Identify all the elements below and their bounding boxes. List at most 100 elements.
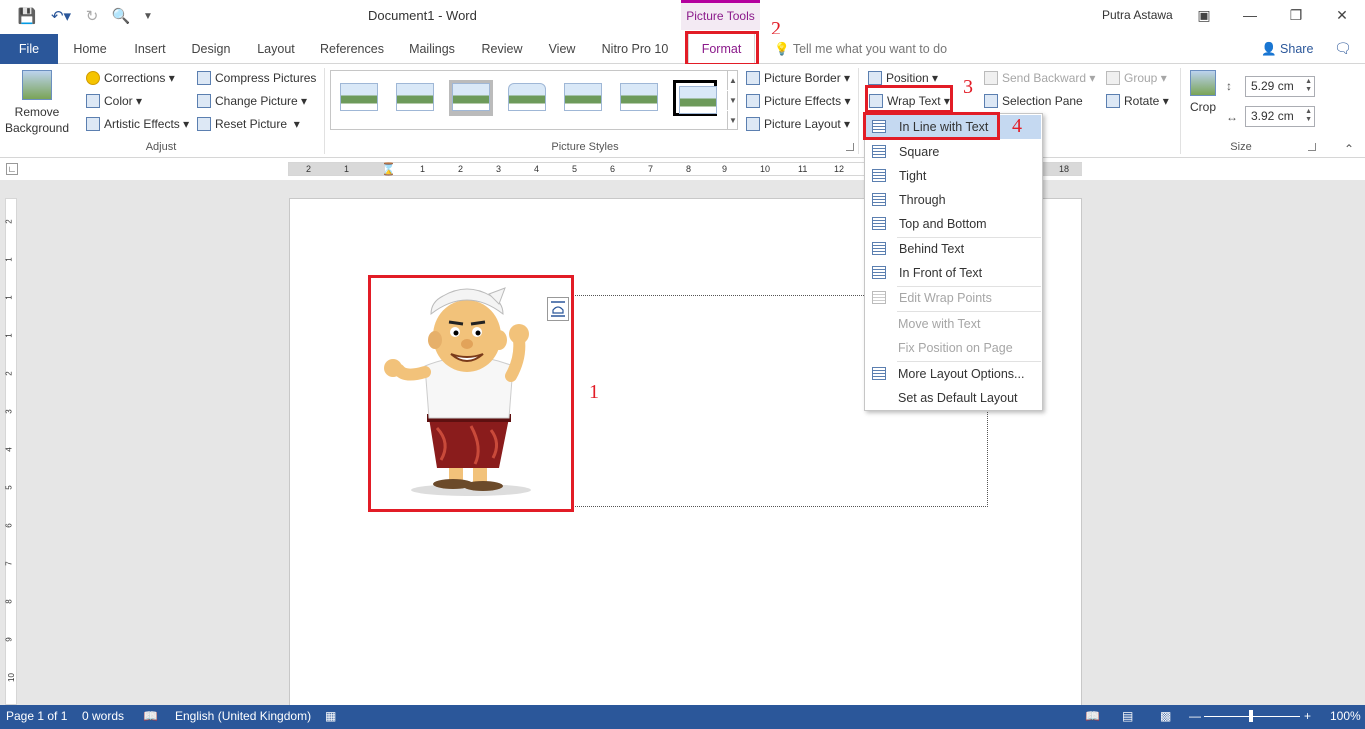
rotate-button[interactable]: Rotate ▾: [1106, 91, 1169, 111]
spinner-arrows-icon[interactable]: ▲ ▼: [1305, 78, 1312, 94]
tab-file[interactable]: File: [0, 34, 58, 64]
picture-layout-button[interactable]: Picture Layout ▾: [746, 114, 850, 134]
comments-icon[interactable]: 🗨: [1334, 40, 1352, 57]
picture-style-black-frame[interactable]: [673, 80, 717, 116]
menu-item-label: Set as Default Layout: [898, 391, 1018, 405]
picture-styles-gallery[interactable]: ▲ ▼ ▼: [330, 70, 738, 130]
remove-background-button[interactable]: Remove Background: [4, 70, 70, 136]
edit-wrap-points-icon: [872, 291, 886, 304]
ruler-number: 1: [420, 164, 426, 174]
square-wrap-icon: [872, 145, 886, 158]
zoom-slider-thumb[interactable]: [1249, 710, 1253, 722]
selection-pane-button[interactable]: Selection Pane: [984, 91, 1083, 111]
compress-pictures-label: Compress Pictures: [215, 71, 317, 85]
style-thumb-icon: [564, 83, 602, 111]
close-icon[interactable]: ✕: [1322, 4, 1362, 26]
tell-me-search[interactable]: 💡 Tell me what you want to do: [774, 34, 947, 64]
picture-border-button[interactable]: Picture Border ▾: [746, 68, 850, 88]
collapse-ribbon-icon[interactable]: ⌃: [1344, 142, 1354, 156]
proofing-icon[interactable]: 📖: [143, 709, 158, 723]
tab-mailings[interactable]: Mailings: [400, 34, 464, 64]
menu-item-edit-wrap-points[interactable]: Edit Wrap Points: [866, 286, 1041, 310]
menu-item-move-with-text[interactable]: Move with Text: [866, 312, 1041, 336]
tab-insert[interactable]: Insert: [122, 34, 178, 64]
send-backward-button[interactable]: Send Backward ▾: [984, 68, 1095, 88]
redo-icon[interactable]: ↻: [82, 6, 102, 26]
picture-effects-button[interactable]: Picture Effects ▾: [746, 91, 851, 111]
save-icon[interactable]: 💾: [16, 6, 38, 26]
shape-height-input[interactable]: 5.29 cm ▲ ▼: [1245, 76, 1315, 97]
menu-item-in-front-of-text[interactable]: In Front of Text: [866, 261, 1041, 285]
picture-style-simple-frame[interactable]: [337, 80, 381, 116]
gallery-scroll-up-icon[interactable]: ▲: [727, 71, 738, 90]
ruler-number: 1: [4, 333, 14, 338]
menu-item-behind-text[interactable]: Behind Text: [866, 237, 1041, 261]
ruler-number: 9: [4, 637, 14, 642]
word-count[interactable]: 0 words: [82, 709, 124, 723]
menu-item-set-as-default-layout[interactable]: Set as Default Layout: [866, 386, 1041, 410]
zoom-in-icon[interactable]: +: [1304, 709, 1311, 723]
gallery-scroll-down-icon[interactable]: ▼: [727, 91, 738, 110]
menu-item-through[interactable]: Through: [866, 188, 1041, 212]
print-preview-icon[interactable]: 🔍: [110, 6, 132, 26]
annotation-highlight-format: [685, 31, 759, 66]
web-layout-icon[interactable]: ▩: [1160, 709, 1171, 723]
tab-selector-icon[interactable]: ∟: [6, 163, 18, 175]
change-picture-button[interactable]: Change Picture ▾: [197, 91, 307, 111]
tab-review[interactable]: Review: [474, 34, 530, 64]
tab-references[interactable]: References: [314, 34, 390, 64]
menu-item-more-layout-options[interactable]: More Layout Options...: [866, 362, 1041, 386]
ribbon-display-options-icon[interactable]: ▣: [1184, 4, 1224, 26]
menu-item-square[interactable]: Square: [866, 140, 1041, 164]
size-launcher-icon[interactable]: [1308, 143, 1316, 151]
reset-picture-button[interactable]: Reset Picture ▾: [197, 114, 300, 134]
menu-item-fix-position-on-page[interactable]: Fix Position on Page: [866, 336, 1041, 360]
undo-icon[interactable]: ↶▾: [46, 6, 76, 26]
language[interactable]: English (United Kingdom): [175, 709, 311, 723]
indent-marker-icon[interactable]: ⌛: [381, 163, 396, 175]
menu-item-tight[interactable]: Tight: [866, 164, 1041, 188]
compress-pictures-button[interactable]: Compress Pictures: [197, 68, 316, 88]
reset-picture-label: Reset Picture: [215, 117, 288, 131]
layout-options-icon[interactable]: [547, 297, 569, 321]
tab-view[interactable]: View: [538, 34, 586, 64]
customize-qat-icon[interactable]: ▼: [140, 6, 156, 26]
user-name[interactable]: Putra Astawa: [1102, 8, 1173, 22]
picture-style-soft-edge[interactable]: [617, 80, 661, 116]
rotate-label: Rotate: [1124, 94, 1160, 108]
selection-pane-icon: [984, 94, 998, 108]
remove-background-label: Remove Background: [4, 105, 70, 135]
tab-layout[interactable]: Layout: [248, 34, 304, 64]
group-button[interactable]: Group ▾: [1106, 68, 1167, 88]
vertical-ruler[interactable]: 2 1 1 1 2 3 4 5 6 7 8 9 10: [5, 198, 17, 705]
zoom-level[interactable]: 100%: [1330, 709, 1361, 723]
gallery-more-icon[interactable]: ▼: [727, 111, 738, 130]
color-button[interactable]: Color ▾: [86, 91, 142, 111]
document-area[interactable]: 2 1 1 1 2 3 4 5 6 7 8 9 10 1: [0, 180, 1365, 718]
selected-picture[interactable]: [368, 275, 574, 512]
picture-style-drop-shadow[interactable]: [505, 80, 549, 116]
macro-recording-icon[interactable]: ▦: [325, 709, 336, 723]
restore-icon[interactable]: ❐: [1276, 4, 1316, 26]
crop-button[interactable]: Crop: [1188, 70, 1218, 114]
picture-style-beveled[interactable]: [393, 80, 437, 116]
corrections-button[interactable]: Corrections ▾: [86, 68, 175, 88]
ruler-number: 2: [4, 371, 14, 376]
picture-style-metal[interactable]: [449, 80, 493, 116]
crop-icon: [1190, 70, 1216, 96]
print-layout-icon[interactable]: ▤: [1122, 709, 1133, 723]
tab-design[interactable]: Design: [182, 34, 240, 64]
share-button[interactable]: 👤 Share: [1261, 34, 1313, 64]
picture-style-reflected[interactable]: [561, 80, 605, 116]
tab-nitro-pro[interactable]: Nitro Pro 10: [594, 34, 676, 64]
shape-width-input[interactable]: 3.92 cm ▲ ▼: [1245, 106, 1315, 127]
tab-home[interactable]: Home: [62, 34, 118, 64]
spinner-arrows-icon[interactable]: ▲ ▼: [1305, 108, 1312, 124]
page-count[interactable]: Page 1 of 1: [6, 709, 67, 723]
read-mode-icon[interactable]: 📖: [1085, 709, 1100, 723]
picture-styles-launcher-icon[interactable]: [846, 143, 854, 151]
zoom-out-icon[interactable]: —: [1189, 709, 1201, 723]
menu-item-top-and-bottom[interactable]: Top and Bottom: [866, 212, 1041, 236]
minimize-icon[interactable]: —: [1230, 4, 1270, 26]
artistic-effects-button[interactable]: Artistic Effects ▾: [86, 114, 189, 134]
